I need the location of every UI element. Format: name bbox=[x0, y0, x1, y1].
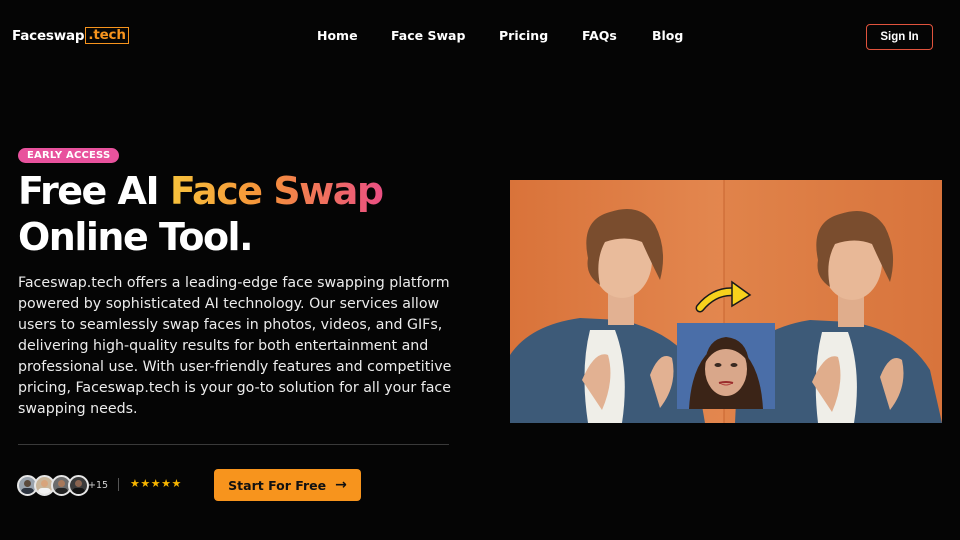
cta-label: Start For Free bbox=[228, 477, 327, 493]
user-avatars bbox=[17, 475, 89, 497]
source-face-thumbnail bbox=[677, 323, 775, 409]
nav-face-swap[interactable]: Face Swap bbox=[391, 28, 465, 43]
nav-faqs[interactable]: FAQs bbox=[582, 28, 617, 43]
user-count: +15 bbox=[88, 480, 109, 491]
hero-title-highlight: Face Swap bbox=[169, 169, 384, 213]
hero-title-line2: Online Tool. bbox=[18, 215, 254, 259]
early-access-badge: EARLY ACCESS bbox=[18, 148, 120, 163]
hero-title-part1: Free AI bbox=[18, 169, 170, 213]
arrow-right-icon: → bbox=[335, 477, 347, 493]
divider bbox=[18, 444, 449, 445]
main-nav: Home Face Swap Pricing FAQs Blog bbox=[0, 28, 960, 44]
hero-title: Free AI Face Swap Online Tool. bbox=[18, 168, 384, 260]
hero-description: Faceswap.tech offers a leading-edge face… bbox=[18, 275, 452, 417]
separator bbox=[118, 478, 119, 491]
nav-blog[interactable]: Blog bbox=[652, 28, 683, 43]
rating-stars: ★★★★★ bbox=[130, 477, 182, 490]
nav-home[interactable]: Home bbox=[317, 28, 358, 43]
nav-pricing[interactable]: Pricing bbox=[499, 28, 548, 43]
start-for-free-button[interactable]: Start For Free → bbox=[214, 469, 361, 501]
avatar bbox=[68, 475, 89, 496]
sign-in-button[interactable]: Sign In bbox=[866, 24, 933, 50]
